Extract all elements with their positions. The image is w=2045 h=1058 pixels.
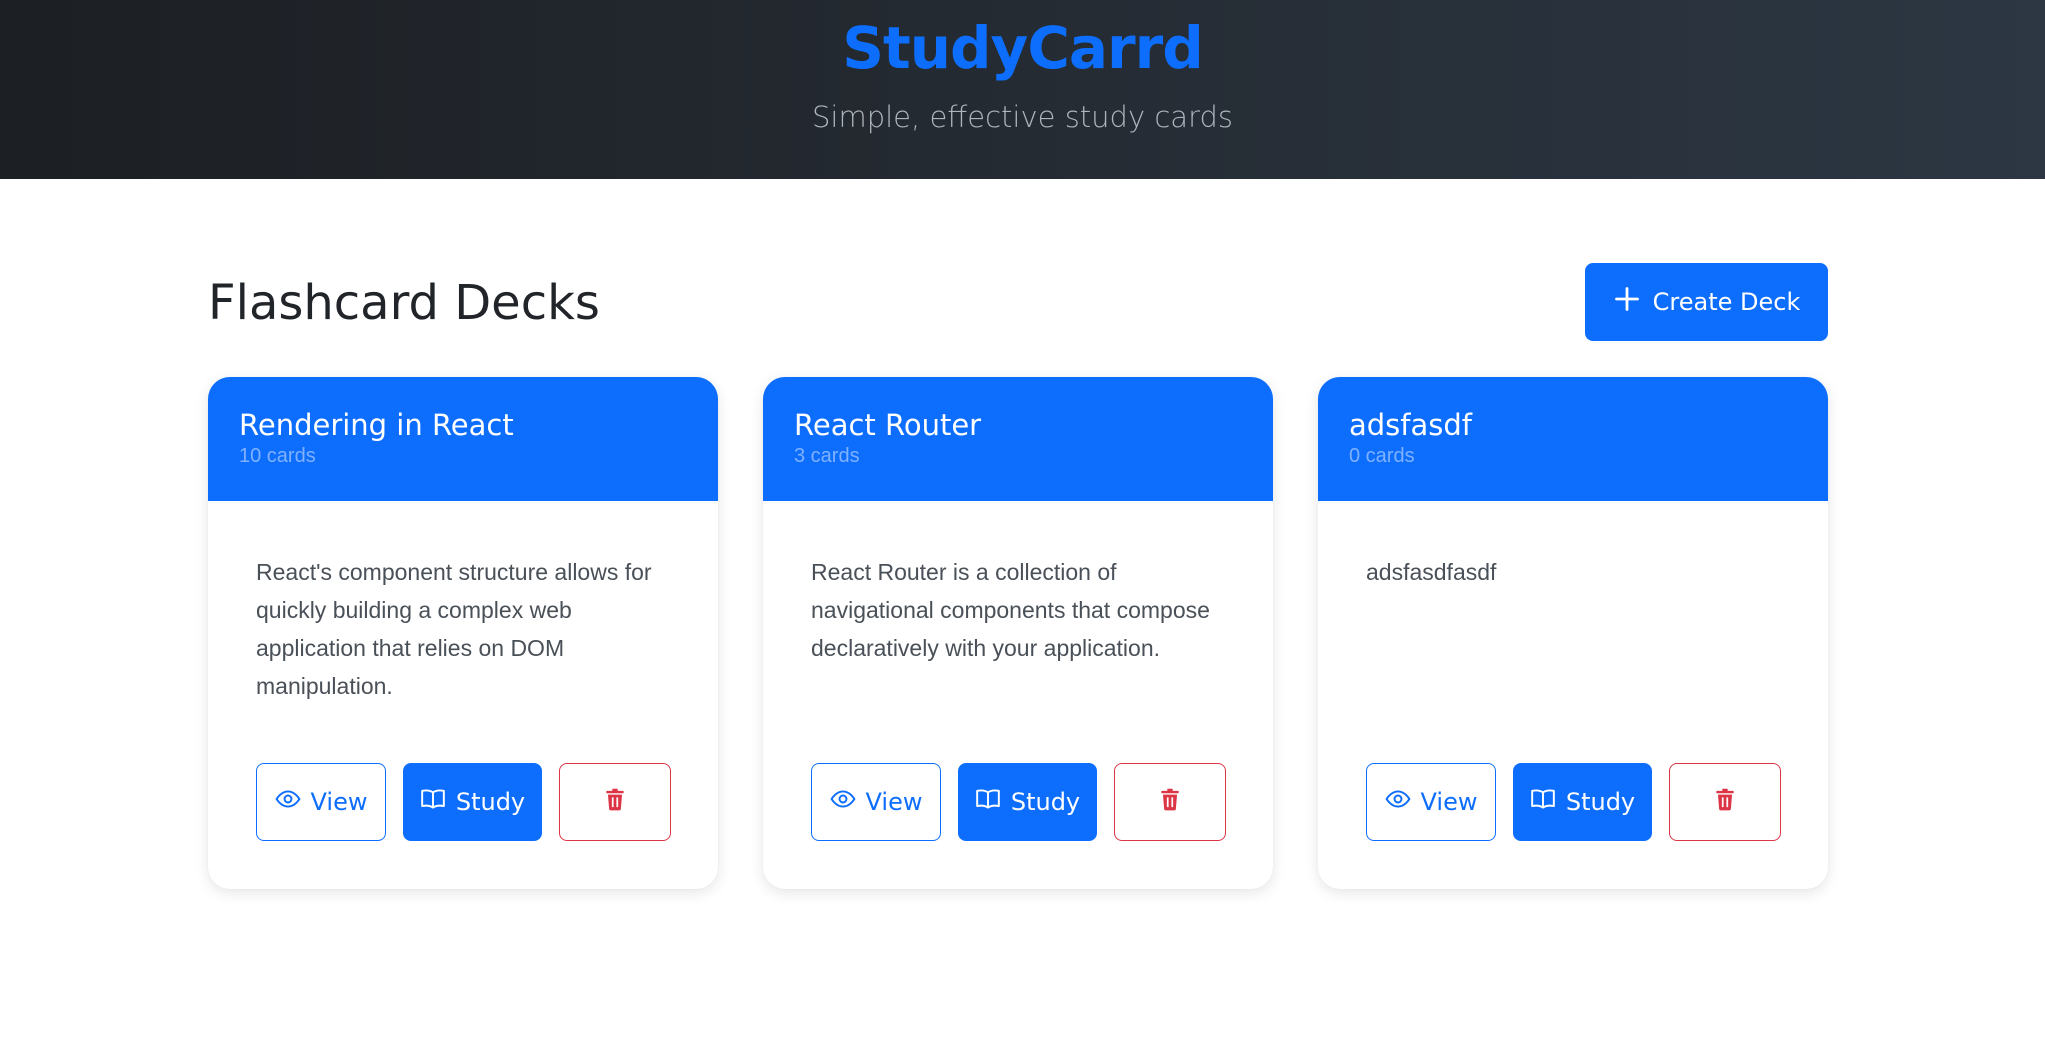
deck-description: adsfasdfasdf xyxy=(1366,559,1497,585)
deck-title: Rendering in React xyxy=(239,408,514,442)
deck-card-header: adsfasdf 0 cards xyxy=(1318,377,1828,501)
deck-title: adsfasdf xyxy=(1349,408,1472,442)
brand-tagline: Simple, effective study cards xyxy=(811,100,1233,134)
view-deck-button[interactable]: View xyxy=(811,763,941,841)
view-label: View xyxy=(865,788,923,816)
deck-card-header: React Router 3 cards xyxy=(763,377,1273,501)
deck-card: Rendering in React 10 cards React's comp… xyxy=(208,377,718,889)
page-title: Flashcard Decks xyxy=(208,275,600,331)
eye-icon xyxy=(830,786,856,818)
eye-icon xyxy=(1385,786,1411,818)
book-icon xyxy=(1530,786,1556,818)
app-header: StudyCarrd Simple, effective study cards xyxy=(0,0,2045,179)
deck-description: React's component structure allows for q… xyxy=(256,559,652,699)
delete-deck-button[interactable] xyxy=(559,763,671,841)
study-deck-button[interactable]: Study xyxy=(1513,763,1652,841)
book-icon xyxy=(420,786,446,818)
deck-card-count: 3 cards xyxy=(794,445,860,467)
study-deck-button[interactable]: Study xyxy=(403,763,542,841)
study-label: Study xyxy=(1010,788,1081,816)
deck-card-count: 10 cards xyxy=(239,445,316,467)
study-label: Study xyxy=(455,788,526,816)
deck-card: React Router 3 cards React Router is a c… xyxy=(763,377,1273,889)
main-content: Flashcard Decks Create Deck Rendering in… xyxy=(0,179,2045,1058)
deck-title: React Router xyxy=(794,408,982,442)
deck-description: React Router is a collection of navigati… xyxy=(811,559,1210,661)
create-deck-button[interactable]: Create Deck xyxy=(1585,263,1828,341)
view-label: View xyxy=(310,788,368,816)
view-deck-button[interactable]: View xyxy=(1366,763,1496,841)
delete-deck-button[interactable] xyxy=(1114,763,1226,841)
create-deck-label: Create Deck xyxy=(1652,288,1801,316)
study-deck-button[interactable]: Study xyxy=(958,763,1097,841)
study-label: Study xyxy=(1565,788,1636,816)
plus-icon xyxy=(1613,285,1641,319)
deck-card-header: Rendering in React 10 cards xyxy=(208,377,718,501)
deck-card: adsfasdf 0 cards adsfasdfasdf View Study xyxy=(1318,377,1828,889)
trash-icon xyxy=(1712,786,1738,818)
trash-icon xyxy=(1157,786,1183,818)
view-label: View xyxy=(1420,788,1478,816)
trash-icon xyxy=(602,786,628,818)
view-deck-button[interactable]: View xyxy=(256,763,386,841)
eye-icon xyxy=(275,786,301,818)
delete-deck-button[interactable] xyxy=(1669,763,1781,841)
brand-title[interactable]: StudyCarrd xyxy=(0,14,2045,82)
book-icon xyxy=(975,786,1001,818)
deck-card-count: 0 cards xyxy=(1349,445,1415,467)
